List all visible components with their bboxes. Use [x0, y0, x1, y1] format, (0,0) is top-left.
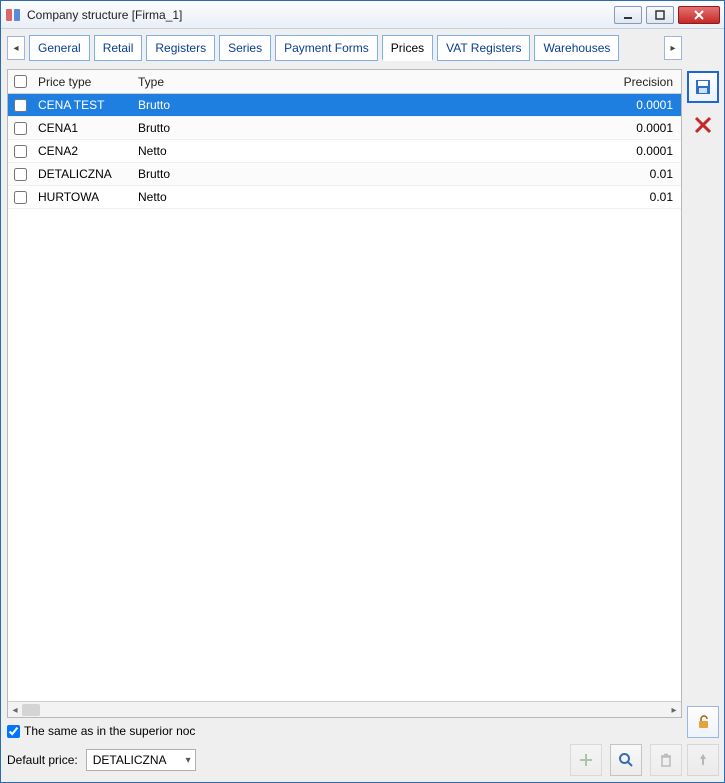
cell-precision: 0.01 — [190, 167, 681, 181]
cell-type: Brutto — [132, 121, 190, 135]
tab-label: VAT Registers — [446, 41, 521, 55]
tab-label: Series — [228, 41, 262, 55]
row-checkbox-cell — [8, 145, 32, 158]
magnifier-icon — [618, 752, 634, 768]
tab-label: Warehouses — [543, 41, 610, 55]
close-icon — [693, 9, 705, 21]
scroll-thumb[interactable] — [22, 704, 40, 716]
floppy-icon — [694, 78, 712, 96]
tab-label: Registers — [155, 41, 206, 55]
grid-body: CENA TESTBrutto0.0001CENA1Brutto0.0001CE… — [8, 94, 681, 701]
table-row[interactable]: CENA TESTBrutto0.0001 — [8, 94, 681, 117]
column-price-type[interactable]: Price type — [32, 75, 132, 89]
maximize-button[interactable] — [646, 6, 674, 24]
row-checkbox-cell — [8, 168, 32, 181]
same-as-superior-label: The same as in the superior noc — [24, 724, 195, 738]
row-checkbox[interactable] — [14, 191, 27, 204]
tab-vat-registers[interactable]: VAT Registers — [437, 35, 530, 61]
cell-precision: 0.0001 — [190, 144, 681, 158]
cell-type: Netto — [132, 190, 190, 204]
table-row[interactable]: CENA2Netto0.0001 — [8, 140, 681, 163]
trash-button[interactable] — [650, 744, 682, 776]
row-checkbox-cell — [8, 191, 32, 204]
add-button[interactable] — [570, 744, 602, 776]
tab-payment-forms[interactable]: Payment Forms — [275, 35, 378, 61]
cell-precision: 0.01 — [190, 190, 681, 204]
cell-price-type: CENA2 — [32, 144, 132, 158]
titlebar[interactable]: Company structure [Firma_1] — [1, 1, 724, 29]
tab-label: General — [38, 41, 81, 55]
scroll-left-button[interactable]: ◂ — [8, 702, 22, 718]
default-price-select[interactable]: DETALICZNA ▾ — [86, 749, 196, 771]
tab-warehouses[interactable]: Warehouses — [534, 35, 619, 61]
same-as-superior-checkbox[interactable] — [7, 725, 20, 738]
row-checkbox[interactable] — [14, 99, 27, 112]
app-icon — [5, 7, 21, 23]
triangle-left-icon: ◂ — [13, 43, 18, 54]
tab-retail[interactable]: Retail — [94, 35, 143, 61]
tab-scroll-left[interactable]: ◂ — [7, 36, 25, 60]
cell-precision: 0.0001 — [190, 98, 681, 112]
cell-type: Netto — [132, 144, 190, 158]
grid-h-scrollbar[interactable]: ◂ ▸ — [8, 701, 681, 717]
tabstrip: ◂ General Retail Registers Series Paymen… — [7, 35, 682, 61]
cell-price-type: CENA1 — [32, 121, 132, 135]
close-button[interactable] — [678, 6, 720, 24]
cell-price-type: DETALICZNA — [32, 167, 132, 181]
tab-label: Prices — [391, 41, 424, 55]
column-type[interactable]: Type — [132, 75, 190, 89]
pin-button[interactable] — [687, 744, 719, 776]
table-row[interactable]: DETALICZNABrutto0.01 — [8, 163, 681, 186]
tab-general[interactable]: General — [29, 35, 90, 61]
row-checkbox-cell — [8, 122, 32, 135]
window-title: Company structure [Firma_1] — [27, 8, 610, 22]
cell-price-type: CENA TEST — [32, 98, 132, 112]
cell-price-type: HURTOWA — [32, 190, 132, 204]
tab-label: Payment Forms — [284, 41, 369, 55]
trash-icon — [658, 752, 674, 768]
tab-series[interactable]: Series — [219, 35, 271, 61]
default-price-value: DETALICZNA — [93, 753, 167, 767]
search-button[interactable] — [610, 744, 642, 776]
save-button[interactable] — [687, 71, 719, 103]
minimize-button[interactable] — [614, 6, 642, 24]
unlock-button[interactable] — [687, 706, 719, 738]
row-checkbox[interactable] — [14, 122, 27, 135]
tab-label: Retail — [103, 41, 134, 55]
maximize-icon — [655, 10, 665, 20]
tab-prices[interactable]: Prices — [382, 35, 433, 61]
red-x-icon — [693, 115, 713, 135]
default-price-label: Default price: — [7, 753, 78, 767]
cell-precision: 0.0001 — [190, 121, 681, 135]
cell-type: Brutto — [132, 98, 190, 112]
column-checkbox[interactable] — [8, 75, 32, 88]
row-checkbox[interactable] — [14, 145, 27, 158]
grid-header: Price type Type Precision — [8, 70, 681, 94]
delete-row-button[interactable] — [687, 109, 719, 141]
unlock-icon — [695, 714, 711, 730]
chevron-down-icon: ▾ — [186, 755, 191, 766]
plus-icon — [578, 752, 594, 768]
tab-scroll-right[interactable]: ▸ — [664, 36, 682, 60]
header-checkbox[interactable] — [14, 75, 27, 88]
table-row[interactable]: CENA1Brutto0.0001 — [8, 117, 681, 140]
scroll-right-button[interactable]: ▸ — [667, 702, 681, 718]
row-checkbox-cell — [8, 99, 32, 112]
cell-type: Brutto — [132, 167, 190, 181]
prices-grid: Price type Type Precision CENA TESTBrutt… — [7, 69, 682, 718]
column-precision[interactable]: Precision — [190, 75, 681, 89]
minimize-icon — [623, 10, 633, 20]
table-row[interactable]: HURTOWANetto0.01 — [8, 186, 681, 209]
pin-icon — [695, 752, 711, 768]
tab-registers[interactable]: Registers — [146, 35, 215, 61]
row-checkbox[interactable] — [14, 168, 27, 181]
triangle-right-icon: ▸ — [670, 43, 675, 54]
side-toolbar — [682, 29, 724, 782]
window-frame: Company structure [Firma_1] ◂ General Re… — [0, 0, 725, 783]
